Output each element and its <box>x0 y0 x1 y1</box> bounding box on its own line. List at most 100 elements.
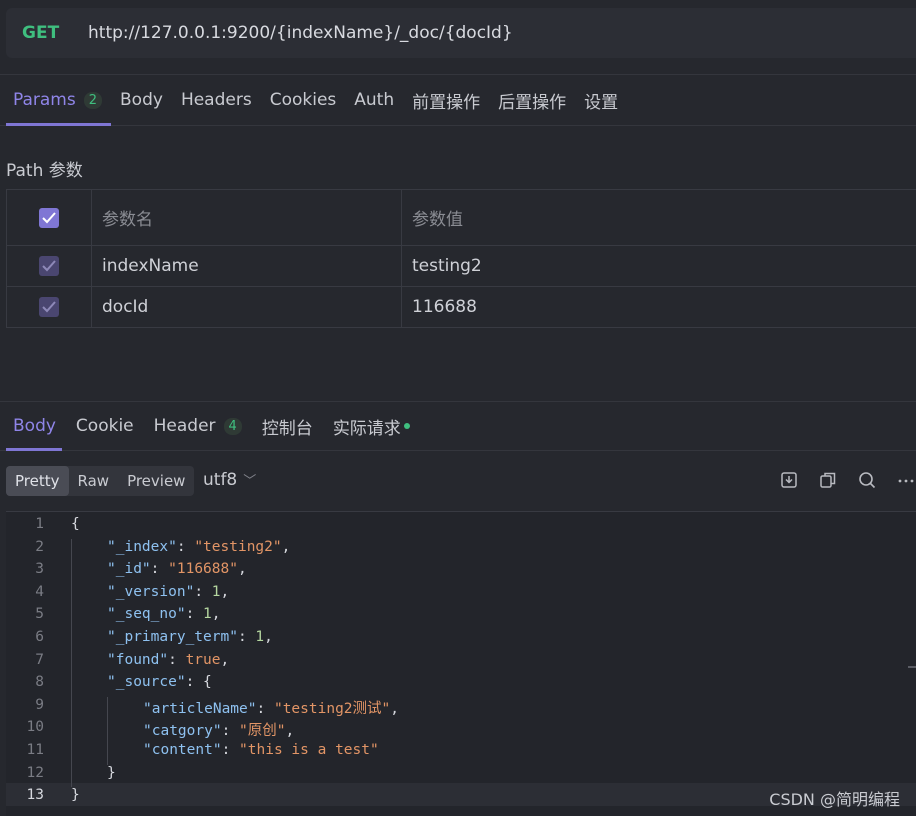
code-token: "content" <box>143 742 222 758</box>
row-checkbox-cell <box>6 245 92 287</box>
tab-actual-request[interactable]: 实际请求 <box>323 402 420 450</box>
row-checkbox[interactable] <box>39 297 59 317</box>
line-number: 11 <box>26 742 44 758</box>
code-token: : <box>256 700 274 717</box>
code-token: "_version" <box>107 583 195 600</box>
params-count-badge: 2 <box>83 91 103 109</box>
line-number: 10 <box>26 719 44 736</box>
code-token: : <box>194 583 212 600</box>
response-body-editor[interactable]: 1 {2 "_index": "testing2", 3 "_id": "116688"… <box>6 511 916 816</box>
code-line: "_index": "testing2", <box>107 539 290 555</box>
code-line: "catgory": "原创", <box>143 719 294 740</box>
code-token: : <box>168 651 186 668</box>
code-token: 1 <box>255 629 265 645</box>
line-number: 13 <box>26 787 44 804</box>
scrollbar-marker <box>908 666 916 668</box>
param-value-cell[interactable]: 116688 <box>401 286 916 328</box>
code-token: , <box>281 538 291 555</box>
code-token: : <box>221 742 240 758</box>
code-token: "articleName" <box>143 700 257 717</box>
header-count-badge: 4 <box>223 417 242 435</box>
code-token: "this is a test" <box>239 742 379 758</box>
tab-headers[interactable]: Headers <box>172 75 261 125</box>
code-token: , <box>220 583 230 600</box>
code-token: , <box>264 629 273 645</box>
code-token: , <box>285 723 295 740</box>
tab-console[interactable]: 控制台 <box>252 402 323 450</box>
tab-response-cookie[interactable]: Cookie <box>66 402 144 450</box>
code-line: { <box>71 516 80 532</box>
format-mode-switch: Pretty Raw Preview <box>6 466 195 496</box>
code-line: "_id": "116688", <box>107 561 247 577</box>
method-selector[interactable]: GET <box>22 23 88 43</box>
code-line: } <box>71 787 80 803</box>
table-row: docId 116688 <box>6 286 916 328</box>
line-number: 4 <box>35 583 44 600</box>
code-line: } <box>107 765 116 781</box>
code-token: "_seq_no" <box>107 606 186 623</box>
code-token: : <box>150 561 169 578</box>
indent-guide <box>107 696 108 765</box>
watermark: CSDN @简明编程 <box>769 790 900 809</box>
mode-preview[interactable]: Preview <box>118 466 194 496</box>
code-line: "_primary_term": 1, <box>107 629 273 645</box>
code-line: "found": true, <box>107 652 229 668</box>
tab-post-request[interactable]: 后置操作 <box>489 75 575 125</box>
param-name-cell[interactable]: indexName <box>91 245 402 287</box>
tab-response-body[interactable]: Body <box>0 402 66 451</box>
url-bar[interactable]: GET http://127.0.0.1:9200/{indexName}/_d… <box>6 8 916 58</box>
code-token: : <box>221 723 240 740</box>
chevron-down-icon: ﹀ <box>243 474 257 489</box>
code-token: , <box>237 561 247 578</box>
tab-body[interactable]: Body <box>111 75 172 125</box>
code-token: { <box>71 516 80 532</box>
code-token: true <box>185 651 221 668</box>
line-number: 9 <box>35 696 44 713</box>
code-token: "testing2" <box>194 538 282 555</box>
select-all-cell <box>6 189 92 246</box>
search-icon[interactable] <box>857 470 877 490</box>
code-token: , <box>220 651 230 668</box>
line-number: 8 <box>35 674 44 691</box>
mode-pretty[interactable]: Pretty <box>6 466 69 496</box>
path-params-table: 参数名 参数值 indexName testing2 docId 116688 <box>6 189 916 328</box>
select-all-checkbox[interactable] <box>39 207 59 228</box>
column-header-value: 参数值 <box>401 189 916 246</box>
download-icon[interactable] <box>779 470 799 490</box>
code-token: 1 <box>211 583 221 600</box>
code-line: "_seq_no": 1, <box>107 606 221 622</box>
code-token: : { <box>185 674 212 691</box>
code-token: "_index" <box>107 538 177 555</box>
row-checkbox[interactable] <box>39 256 59 276</box>
code-token: "testing2测试" <box>273 700 391 717</box>
mode-raw[interactable]: Raw <box>69 466 119 496</box>
line-number: 1 <box>35 516 44 532</box>
code-token: "_id" <box>107 561 151 578</box>
encoding-value: utf8 <box>203 470 238 490</box>
more-icon[interactable] <box>896 470 916 490</box>
table-row: indexName testing2 <box>6 245 916 287</box>
tab-settings[interactable]: 设置 <box>575 75 627 125</box>
code-token: "found" <box>107 651 169 668</box>
line-number: 2 <box>35 538 44 555</box>
line-number: 12 <box>26 764 44 781</box>
tab-pre-request[interactable]: 前置操作 <box>403 75 489 125</box>
line-number: 5 <box>35 606 44 623</box>
param-value-cell[interactable]: testing2 <box>401 245 916 287</box>
tab-auth[interactable]: Auth <box>345 75 403 125</box>
url-input[interactable]: http://127.0.0.1:9200/{indexName}/_doc/{… <box>88 23 513 43</box>
check-icon <box>42 260 56 272</box>
tab-label: 实际请求 <box>332 418 401 439</box>
copy-icon[interactable] <box>818 470 838 490</box>
encoding-select[interactable]: utf8 ﹀ <box>203 470 256 490</box>
code-token: "116688" <box>168 561 238 578</box>
response-tools <box>779 470 916 490</box>
code-token: "catgory" <box>143 723 222 740</box>
tab-cookies[interactable]: Cookies <box>261 75 346 125</box>
code-line: "_version": 1, <box>107 584 229 600</box>
status-dot-icon <box>403 423 410 429</box>
line-number: 6 <box>35 629 44 645</box>
param-name-cell[interactable]: docId <box>91 286 402 328</box>
tab-params[interactable]: Params 2 <box>0 75 112 126</box>
tab-response-header[interactable]: Header 4 <box>144 402 252 450</box>
